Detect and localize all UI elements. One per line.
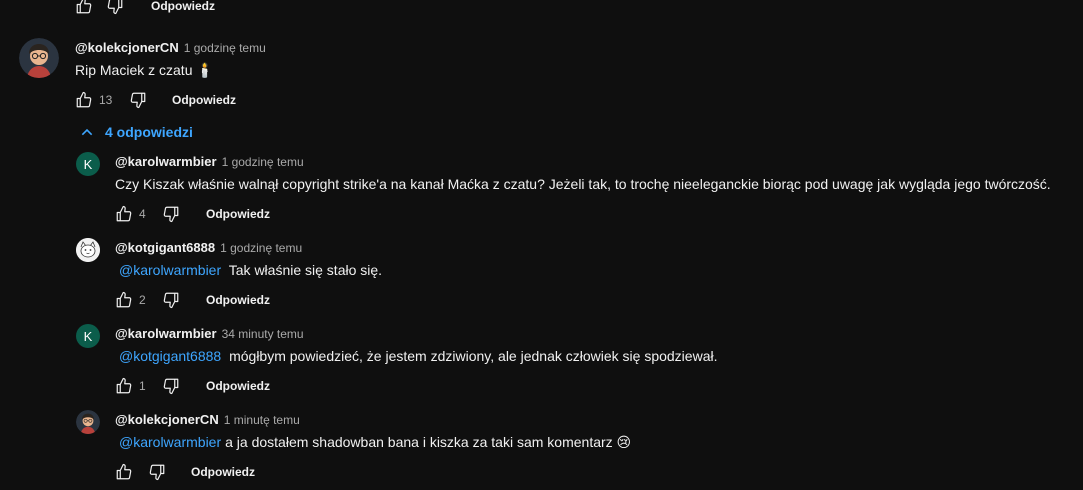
reply-text: @kotgigant6888 mógłbym powiedzieć, że je… (115, 348, 717, 364)
reply-header: @karolwarmbier 1 godzinę temu (115, 153, 304, 171)
thumb-down-icon (162, 205, 180, 223)
reply-time[interactable]: 1 godzinę temu (222, 155, 304, 169)
comment-author[interactable]: @kolekcjonerCN (75, 40, 179, 55)
thumb-up-icon (115, 463, 133, 481)
user-avatar-icon (19, 38, 59, 78)
reply-author[interactable]: @kolekcjonerCN (115, 412, 219, 427)
avatar[interactable] (76, 410, 100, 434)
thumb-down-icon (162, 291, 180, 309)
like-button[interactable] (113, 375, 135, 397)
reply-time[interactable]: 1 godzinę temu (220, 241, 302, 255)
like-count: 1 (139, 379, 146, 393)
mention-link[interactable]: @karolwarmbier (115, 260, 225, 280)
like-button[interactable] (113, 289, 135, 311)
reply-time[interactable]: 1 minutę temu (224, 413, 300, 427)
reply-time[interactable]: 34 minuty temu (222, 327, 304, 341)
like-count: 13 (99, 93, 113, 107)
dislike-button[interactable] (104, 0, 126, 17)
dislike-button[interactable] (160, 289, 182, 311)
replies-toggle-label: 4 odpowiedzi (105, 124, 193, 140)
reply-author[interactable]: @karolwarmbier (115, 154, 217, 169)
like-count: 2 (139, 293, 146, 307)
comment-text: Rip Maciek z czatu 🕯️ (75, 62, 214, 78)
reply-header: @kolekcjonerCN 1 minutę temu (115, 411, 300, 429)
comment-time[interactable]: 1 godzinę temu (184, 41, 266, 55)
reply-header: @kotgigant6888 1 godzinę temu (115, 239, 302, 257)
reply-button[interactable]: Odpowiedz (151, 0, 215, 13)
thumb-up-icon (75, 91, 93, 109)
reply-text: @karolwarmbier a ja dostałem shadowban ba… (115, 434, 631, 451)
like-button[interactable] (73, 0, 95, 17)
reply-button[interactable]: Odpowiedz (206, 207, 270, 221)
reply-text: @karolwarmbier Tak właśnie się stało się… (115, 262, 382, 278)
like-count: 4 (139, 207, 146, 221)
user-avatar-icon (76, 410, 100, 434)
reply-header: @karolwarmbier 34 minuty temu (115, 325, 304, 343)
avatar-letter: K (83, 156, 93, 172)
like-button[interactable] (113, 203, 135, 225)
dislike-button[interactable] (146, 461, 168, 483)
reply-text: Czy Kiszak właśnie walnął copyright stri… (115, 176, 1051, 192)
avatar[interactable] (19, 38, 59, 78)
thumb-up-icon (75, 0, 93, 15)
thumb-down-icon (106, 0, 124, 15)
thumb-down-icon (162, 377, 180, 395)
chevron-up-icon (81, 128, 93, 136)
avatar-letter: K (83, 328, 93, 344)
reply-body: Tak właśnie się stało się. (228, 262, 383, 278)
reply-button[interactable]: Odpowiedz (191, 465, 255, 479)
thumb-down-icon (148, 463, 166, 481)
mention-link[interactable]: @karolwarmbier (115, 432, 225, 452)
avatar[interactable]: K (76, 152, 100, 176)
thumb-down-icon (129, 91, 147, 109)
like-button[interactable] (113, 461, 135, 483)
dislike-button[interactable] (160, 375, 182, 397)
thumb-up-icon (115, 377, 133, 395)
avatar[interactable]: K (76, 324, 100, 348)
dislike-button[interactable] (160, 203, 182, 225)
reply-author[interactable]: @kotgigant6888 (115, 240, 215, 255)
reply-button[interactable]: Odpowiedz (206, 379, 270, 393)
dislike-button[interactable] (127, 89, 149, 111)
cat-face-icon (76, 238, 100, 262)
replies-toggle[interactable]: 4 odpowiedzi (79, 124, 193, 140)
reply-button[interactable]: Odpowiedz (172, 93, 236, 107)
thumb-up-icon (115, 205, 133, 223)
avatar[interactable] (76, 238, 100, 262)
reply-button[interactable]: Odpowiedz (206, 293, 270, 307)
like-button[interactable] (73, 89, 95, 111)
thumb-up-icon (115, 291, 133, 309)
reply-body: a ja dostałem shadowban bana i kiszka za… (225, 434, 632, 450)
reply-body: mógłbym powiedzieć, że jestem zdziwiony,… (229, 348, 718, 364)
reply-author[interactable]: @karolwarmbier (115, 326, 217, 341)
comment-header: @kolekcjonerCN 1 godzinę temu (75, 39, 266, 57)
mention-link[interactable]: @kotgigant6888 (115, 346, 225, 366)
